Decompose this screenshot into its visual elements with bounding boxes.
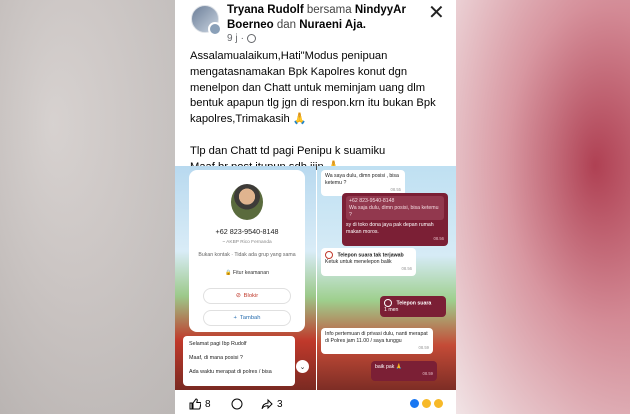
quoted-text: Wa saja dulu, dimn posisi, bisa ketemu ? bbox=[349, 204, 439, 218]
contact-photo bbox=[231, 184, 263, 220]
with-word: bersama bbox=[306, 4, 352, 16]
contact-name: ~ AKBP Rico Fernanda bbox=[222, 240, 272, 245]
phone-icon bbox=[384, 299, 392, 307]
post-author-line: Tryana Rudolf bersama NindyyAr Boerneo d… bbox=[227, 3, 437, 33]
block-label: Blokir bbox=[243, 293, 259, 299]
add-contact-button[interactable]: + Tambah bbox=[203, 310, 291, 326]
post-header: Tryana Rudolf bersama NindyyAr Boerneo d… bbox=[191, 2, 456, 46]
tagged-user-2[interactable]: Nuraeni Aja. bbox=[299, 19, 366, 31]
info-text: Info pertemuan di privasi dulu, nanti me… bbox=[325, 331, 428, 344]
sad-reaction-icon bbox=[421, 398, 432, 409]
chat-messages-left: Selamat pagi Ibp Rudolf Maaf, di mana po… bbox=[183, 336, 295, 386]
quoted-message: +62 823-9540-8148 Wa saja dulu, dimn pos… bbox=[346, 196, 444, 221]
contact-description: Bukan kontak · Tidak ada grup yang sama bbox=[198, 252, 296, 258]
chat-bubble-incoming-2: Info pertemuan di privasi dulu, nanti me… bbox=[321, 328, 433, 355]
quoted-phone: +62 823-9540-8148 bbox=[349, 198, 395, 204]
chat-line-3: Ada waktu merapat di polres / bisa bbox=[189, 369, 272, 375]
contact-info-card: +62 823-9540-8148 ~ AKBP Rico Fernanda B… bbox=[189, 170, 305, 332]
block-icon: ⊘ bbox=[235, 293, 241, 299]
share-count: 3 bbox=[277, 398, 283, 410]
globe-icon bbox=[246, 34, 256, 43]
reaction-summary[interactable] bbox=[409, 398, 444, 409]
add-user-icon: + bbox=[233, 315, 237, 321]
add-label: Tambah bbox=[239, 315, 261, 321]
bubble-text: Wa saya dulu, dimn posisi , bisa ketemu … bbox=[325, 173, 399, 186]
wow-reaction-icon bbox=[433, 398, 444, 409]
post-meta: 9 j · bbox=[227, 33, 256, 44]
chat-line-2: Maaf, di mana posisi ? bbox=[189, 355, 243, 361]
like-button[interactable]: 8 bbox=[189, 398, 211, 410]
contact-phone: +62 823-9540-8148 bbox=[215, 227, 279, 236]
blurred-background-right bbox=[455, 0, 630, 414]
post-time[interactable]: 9 j bbox=[227, 33, 238, 44]
ok-text: baik pak 🙏 bbox=[375, 364, 403, 370]
missed-call-bubble[interactable]: Telepon suara tak terjawab Ketuk untuk m… bbox=[321, 248, 416, 276]
missed-call-title: Telepon suara tak terjawab bbox=[337, 252, 404, 259]
author-avatar[interactable] bbox=[191, 5, 222, 36]
comment-button[interactable] bbox=[231, 398, 243, 410]
like-count: 8 bbox=[205, 398, 211, 410]
voice-call-title: Telepon suara bbox=[396, 300, 432, 307]
missed-call-icon bbox=[325, 251, 333, 259]
ok-time: 08.59 bbox=[422, 370, 433, 376]
tagged-avatar bbox=[208, 22, 222, 36]
close-button[interactable]: ✕ bbox=[428, 0, 445, 25]
author-name[interactable]: Tryana Rudolf bbox=[227, 4, 304, 16]
voice-call-sub: 1 men bbox=[384, 307, 399, 314]
post-paragraph-1: Assalamualaikum,Hati"Modus penipuan meng… bbox=[190, 50, 436, 126]
blurred-background-left bbox=[0, 0, 175, 414]
reply-time: 08.56 bbox=[433, 235, 444, 241]
info-time: 08.59 bbox=[418, 344, 429, 350]
share-button[interactable]: 3 bbox=[261, 398, 283, 410]
and-word: dan bbox=[276, 19, 297, 31]
chat-bubble-ok: baik pak 🙏 08.59 bbox=[371, 361, 437, 381]
missed-call-time: 08.56 bbox=[401, 265, 412, 271]
chat-line-1: Selamat pagi Ibp Rudolf bbox=[189, 341, 247, 347]
comment-icon bbox=[231, 398, 243, 410]
thumbs-up-icon bbox=[189, 398, 201, 410]
like-reaction-icon bbox=[409, 398, 420, 409]
chat-bubble-reply: +62 823-9540-8148 Wa saja dulu, dimn pos… bbox=[342, 193, 448, 246]
security-link[interactable]: 🔒 Fitur keamanan bbox=[189, 270, 305, 276]
scroll-down-button[interactable]: ⌄ bbox=[296, 360, 309, 373]
reply-text: sy di toko dona jaya pak depan rumah mak… bbox=[346, 222, 434, 236]
share-icon bbox=[261, 398, 273, 410]
reactions-bar: 8 3 bbox=[175, 392, 456, 414]
security-label: Fitur keamanan bbox=[232, 270, 269, 276]
block-button[interactable]: ⊘ Blokir bbox=[203, 288, 291, 304]
missed-call-sub: Ketuk untuk menelepon balik bbox=[325, 259, 392, 266]
voice-call-bubble[interactable]: Telepon suara 1 men bbox=[380, 296, 446, 317]
